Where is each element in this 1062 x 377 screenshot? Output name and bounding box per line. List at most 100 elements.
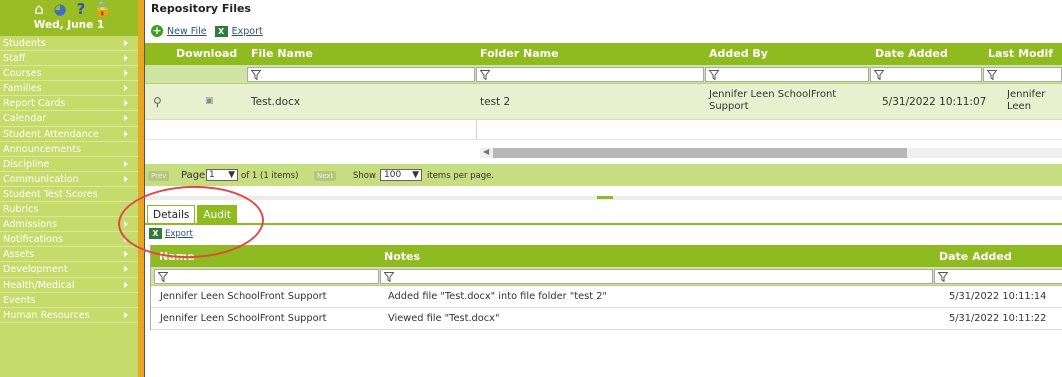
sidebar-item-human-resources[interactable]: Human Resources bbox=[0, 308, 138, 323]
sidebar-menu: Students Staff Courses Families Report Cards… bbox=[0, 36, 138, 323]
chevron-down-icon: ▼ bbox=[228, 170, 235, 180]
col-download[interactable]: Download bbox=[176, 47, 237, 60]
lock-icon[interactable]: 🔒 bbox=[93, 1, 112, 18]
scrollbar-thumb[interactable] bbox=[493, 148, 907, 158]
sidebar-item-calendar[interactable]: Calendar bbox=[0, 111, 138, 127]
cell-name: Jennifer Leen SchoolFront Support bbox=[160, 313, 327, 324]
filter-file-name[interactable] bbox=[247, 67, 475, 82]
col-file-name[interactable]: File Name bbox=[251, 47, 313, 60]
pager: Prev Page 1 ▼ of 1 (1 items) Next Show 10… bbox=[145, 164, 1062, 186]
sidebar-item-label: Health/Medical bbox=[3, 279, 75, 291]
cell-name: Jennifer Leen SchoolFront Support bbox=[160, 291, 327, 302]
sidebar-item-discipline[interactable]: Discipline bbox=[0, 157, 138, 172]
sidebar-item-staff[interactable]: Staff bbox=[0, 51, 138, 67]
sidebar-item-development[interactable]: Development bbox=[0, 262, 138, 278]
sidebar-item-report-cards[interactable]: Report Cards bbox=[0, 96, 138, 112]
sidebar-item-student-attendance[interactable]: Student Attendance bbox=[0, 127, 138, 142]
sidebar-item-communication[interactable]: Communication bbox=[0, 172, 138, 187]
page-size-select[interactable]: 100 ▼ bbox=[380, 169, 422, 181]
col-date-added[interactable]: Date Added bbox=[875, 47, 948, 60]
cell-last-modified: Jennifer Leen SchoolFront Support bbox=[1007, 89, 1046, 112]
filter-icon[interactable] bbox=[251, 70, 261, 80]
table-row[interactable]: ⚲ ▣ Test.docx test 2 Jennifer Leen Schoo… bbox=[145, 84, 1062, 120]
filter-icon[interactable] bbox=[874, 70, 884, 80]
filter-added-by[interactable] bbox=[705, 67, 869, 82]
chevron-right-icon bbox=[124, 311, 128, 318]
col-last-modified[interactable]: Last Modif bbox=[988, 47, 1053, 60]
sidebar-item-announcements[interactable]: Announcements bbox=[0, 142, 138, 157]
chevron-right-icon bbox=[124, 281, 128, 288]
table-row[interactable]: Jennifer Leen SchoolFront Support Viewed… bbox=[151, 308, 1062, 330]
col-audit-date-added[interactable]: Date Added bbox=[939, 250, 1012, 263]
excel-icon[interactable]: X bbox=[214, 25, 228, 37]
view-icon[interactable]: ⚲ bbox=[153, 95, 162, 109]
sidebar-item-label: Communication bbox=[3, 173, 79, 185]
table-row[interactable]: Jennifer Leen SchoolFront Support Added … bbox=[151, 286, 1062, 308]
horizontal-scrollbar[interactable]: ◀ bbox=[145, 140, 1062, 164]
filter-icon[interactable] bbox=[480, 70, 490, 80]
filter-audit-date[interactable] bbox=[934, 269, 1062, 284]
page-select[interactable]: 1 ▼ bbox=[206, 169, 238, 181]
chevron-right-icon bbox=[124, 40, 128, 46]
cell-added-by: Jennifer Leen SchoolFront Support bbox=[709, 89, 837, 112]
chevron-right-icon bbox=[124, 251, 128, 258]
sidebar-item-label: Student Attendance bbox=[3, 128, 99, 140]
scroll-left-icon[interactable]: ◀ bbox=[483, 147, 489, 156]
chevron-right-icon bbox=[124, 70, 128, 77]
sidebar-header: ⌂ ◕ ? 🔒 Wed, June 1 bbox=[0, 0, 138, 36]
filter-folder-name[interactable] bbox=[476, 67, 704, 82]
sidebar-item-assets[interactable]: Assets bbox=[0, 247, 138, 263]
cell-notes: Added file "Test.docx" into file folder … bbox=[388, 291, 607, 302]
chevron-right-icon bbox=[124, 175, 128, 182]
audit-grid: Name Notes Date Added Jennifer Leen Scho… bbox=[150, 245, 1062, 330]
sidebar-item-health-medical[interactable]: Health/Medical bbox=[0, 278, 138, 293]
repository-grid: Download File Name Folder Name Added By … bbox=[145, 43, 1062, 186]
sidebar-item-student-test-scores[interactable]: Student Test Scores bbox=[0, 187, 138, 203]
filter-name[interactable] bbox=[154, 269, 379, 284]
sidebar-item-label: Human Resources bbox=[3, 309, 90, 321]
filter-notes[interactable] bbox=[380, 269, 933, 284]
filter-last-modified[interactable] bbox=[983, 67, 1062, 82]
sidebar-item-label: Admissions bbox=[3, 219, 58, 231]
sidebar-item-notifications[interactable]: Notifications bbox=[0, 232, 138, 248]
sidebar-item-label: Calendar bbox=[3, 113, 47, 125]
filter-icon[interactable] bbox=[987, 70, 997, 80]
current-date: Wed, June 1 bbox=[33, 19, 105, 31]
cell-file-name: Test.docx bbox=[251, 96, 301, 108]
sidebar-item-rubrics[interactable]: Rubrics bbox=[0, 202, 138, 218]
globe-icon[interactable]: ◕ bbox=[51, 1, 69, 18]
add-icon[interactable]: + bbox=[151, 25, 163, 37]
splitter-handle[interactable] bbox=[597, 196, 613, 199]
col-added-by[interactable]: Added By bbox=[709, 47, 768, 60]
sidebar-item-events[interactable]: Events bbox=[0, 293, 138, 308]
sidebar-item-courses[interactable]: Courses bbox=[0, 66, 138, 82]
cell-date: 5/31/2022 10:11:22 bbox=[949, 313, 1047, 324]
new-file-link[interactable]: New File bbox=[167, 26, 207, 37]
pane-splitter[interactable] bbox=[145, 196, 1062, 200]
col-folder-name[interactable]: Folder Name bbox=[480, 47, 559, 60]
home-icon[interactable]: ⌂ bbox=[30, 1, 48, 18]
prev-button[interactable]: Prev bbox=[148, 171, 170, 181]
filter-icon[interactable] bbox=[709, 70, 719, 80]
next-button[interactable]: Next bbox=[314, 171, 337, 181]
audit-filter-row bbox=[151, 267, 1062, 286]
cell-folder-name: test 2 bbox=[480, 96, 511, 108]
col-notes[interactable]: Notes bbox=[384, 250, 420, 263]
sidebar-item-students[interactable]: Students bbox=[0, 36, 138, 52]
empty-row bbox=[145, 120, 1062, 140]
sidebar-item-families[interactable]: Families bbox=[0, 81, 138, 97]
chevron-right-icon bbox=[124, 266, 128, 273]
download-icon[interactable]: ▣ bbox=[205, 96, 214, 106]
sidebar-item-label: Rubrics bbox=[3, 204, 39, 216]
cell-date-added: 5/31/2022 10:11:07 bbox=[882, 96, 987, 108]
help-icon[interactable]: ? bbox=[72, 1, 90, 18]
export-link[interactable]: Export bbox=[232, 26, 263, 37]
filter-icon[interactable] bbox=[384, 272, 394, 282]
cell-notes: Viewed file "Test.docx" bbox=[388, 313, 500, 324]
filter-icon[interactable] bbox=[158, 272, 168, 282]
sidebar-item-label: Events bbox=[3, 294, 36, 306]
filter-icon[interactable] bbox=[938, 272, 948, 282]
sidebar-item-label: Notifications bbox=[3, 234, 64, 246]
filter-date-added[interactable] bbox=[870, 67, 982, 82]
chevron-right-icon bbox=[124, 160, 128, 167]
